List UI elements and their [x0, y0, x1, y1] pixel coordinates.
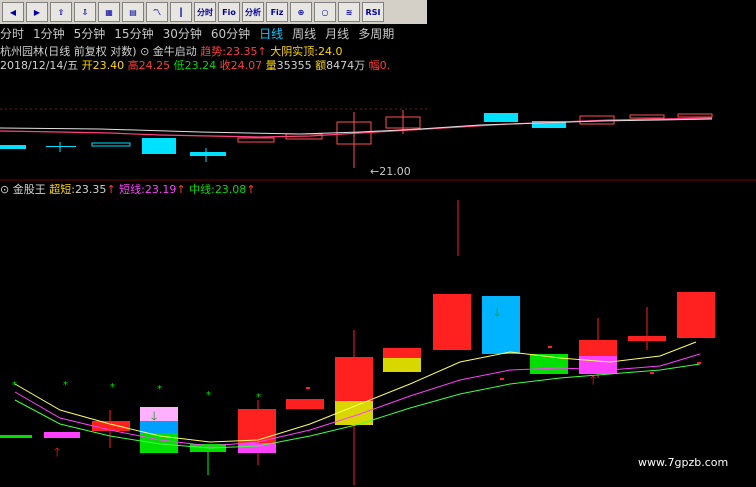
ultra-value: 23.35: [74, 183, 107, 196]
candle: [0, 145, 26, 149]
candle: [238, 443, 276, 453]
chart-area[interactable]: * * * * * * 🡑 🡑 🡓 🡓: [0, 0, 756, 487]
ma-line-white: [0, 118, 713, 135]
price-candles: [0, 110, 713, 168]
candle: [629, 114, 665, 119]
candle: [677, 292, 715, 338]
mid-label: 中线:: [189, 183, 215, 196]
dot-mark: [697, 362, 701, 364]
candle: [482, 296, 520, 354]
candle: [92, 421, 130, 431]
low-price-marker: ←21.00: [370, 165, 411, 178]
star-mark: *: [110, 382, 115, 393]
star-mark: *: [157, 384, 162, 395]
candle: [46, 146, 76, 147]
watermark: www.7gpzb.com: [638, 456, 729, 469]
candle: [579, 356, 617, 374]
indicator-name: 金股王: [12, 183, 46, 196]
short-value: 23.19: [144, 183, 177, 196]
up-arrow-icon: 🡑: [54, 445, 60, 459]
down-arrow-icon: 🡓: [494, 305, 500, 319]
dot-mark: [548, 346, 552, 348]
candle: [238, 409, 276, 443]
star-mark: *: [63, 380, 68, 391]
down-arrow-icon: 🡓: [151, 409, 157, 423]
ultra-label: 超短:: [49, 183, 75, 196]
dot-mark: [500, 378, 504, 380]
star-mark: *: [256, 392, 261, 403]
candle: [140, 407, 178, 421]
candle: [140, 421, 178, 433]
star-mark: *: [206, 390, 211, 401]
candle: [335, 357, 373, 401]
candle: [237, 137, 275, 143]
indicator-header: ⊙ 金股王 超短:23.35↑ 短线:23.19↑ 中线:23.08↑: [0, 181, 256, 197]
candle: [142, 138, 176, 154]
mid-value: 23.08: [214, 183, 247, 196]
candle: [91, 142, 131, 147]
candle: [579, 340, 617, 356]
indicator-candles: [0, 200, 715, 485]
candle: [433, 294, 471, 350]
candle: [484, 113, 518, 122]
up-arrow-icon: 🡑: [590, 373, 596, 387]
candle: [0, 435, 32, 438]
candle: [190, 152, 226, 156]
candle: [383, 348, 421, 358]
candle: [677, 113, 713, 118]
ultra-arrow: ↑: [106, 183, 116, 196]
candle: [286, 399, 324, 409]
short-arrow: ↑: [176, 183, 186, 196]
mid-arrow: ↑: [246, 183, 256, 196]
indicator-settings-icon[interactable]: ⊙: [0, 183, 9, 196]
star-mark: *: [12, 380, 17, 391]
candle: [44, 432, 80, 438]
short-label: 短线:: [119, 183, 145, 196]
dot-mark: [306, 387, 310, 389]
candle: [628, 336, 666, 341]
candle: [383, 358, 421, 372]
dot-mark: [650, 372, 654, 374]
